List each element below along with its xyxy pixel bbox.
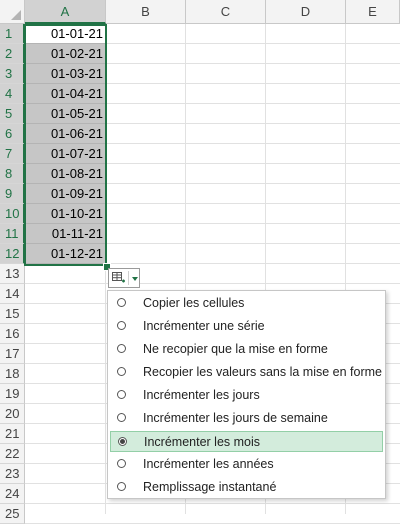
cell-a6[interactable]: 01-06-21 — [25, 124, 106, 144]
row-header-18[interactable]: 18 — [0, 364, 25, 384]
autofill-option-label: Recopier les valeurs sans la mise en for… — [143, 365, 382, 379]
auto-fill-options-icon — [112, 272, 126, 288]
cell-a2[interactable]: 01-02-21 — [25, 44, 106, 64]
radio-unchecked-icon[interactable] — [117, 459, 126, 468]
gridline — [25, 283, 400, 284]
autofill-option-9[interactable]: Remplissage instantané — [110, 477, 383, 498]
autofill-option-1[interactable]: Copier les cellules — [110, 293, 383, 314]
cell-a9[interactable]: 01-09-21 — [25, 184, 106, 204]
autofill-option-6[interactable]: Incrémenter les jours de semaine — [110, 408, 383, 429]
row-header-3[interactable]: 3 — [0, 64, 25, 84]
column-header-e[interactable]: E — [346, 0, 400, 24]
row-header-15[interactable]: 15 — [0, 304, 25, 324]
autofill-option-2[interactable]: Incrémenter une série — [110, 316, 383, 337]
radio-unchecked-icon[interactable] — [117, 367, 126, 376]
row-header-6[interactable]: 6 — [0, 124, 25, 144]
cell-a3[interactable]: 01-03-21 — [25, 64, 106, 84]
select-all-button[interactable] — [0, 0, 25, 24]
row-header-5[interactable]: 5 — [0, 104, 25, 124]
row-header-2[interactable]: 2 — [0, 44, 25, 64]
radio-unchecked-icon[interactable] — [117, 298, 126, 307]
row-header-1[interactable]: 1 — [0, 24, 25, 44]
radio-unchecked-icon[interactable] — [117, 344, 126, 353]
row-header-12[interactable]: 12 — [0, 244, 25, 264]
row-header-17[interactable]: 17 — [0, 344, 25, 364]
auto-fill-options-button[interactable] — [108, 268, 140, 288]
select-all-triangle-icon — [11, 10, 21, 20]
row-header-9[interactable]: 9 — [0, 184, 25, 204]
row-header-8[interactable]: 8 — [0, 164, 25, 184]
spreadsheet-grid[interactable]: A B C D E 1 2 3 4 5 6 7 8 9 10 11 12 13 14 15 16 17 18 19 2… — [0, 0, 400, 524]
radio-checked-icon[interactable] — [118, 437, 127, 446]
row-header-23[interactable]: 23 — [0, 464, 25, 484]
autofill-option-label: Incrémenter les jours de semaine — [143, 411, 328, 425]
radio-dot-icon — [120, 439, 125, 444]
chevron-down-icon[interactable] — [132, 277, 138, 281]
cell-a7[interactable]: 01-07-21 — [25, 144, 106, 164]
gridline — [25, 503, 400, 504]
row-header-14[interactable]: 14 — [0, 284, 25, 304]
autofill-option-label: Incrémenter les années — [143, 457, 274, 471]
row-header-11[interactable]: 11 — [0, 224, 25, 244]
cell-a12[interactable]: 01-12-21 — [25, 244, 106, 264]
row-header-20[interactable]: 20 — [0, 404, 25, 424]
row-header-25[interactable]: 25 — [0, 504, 25, 524]
row-header-24[interactable]: 24 — [0, 484, 25, 504]
radio-unchecked-icon[interactable] — [117, 321, 126, 330]
cell-a5[interactable]: 01-05-21 — [25, 104, 106, 124]
radio-unchecked-icon[interactable] — [117, 413, 126, 422]
column-header-c[interactable]: C — [186, 0, 266, 24]
row-header-13[interactable]: 13 — [0, 264, 25, 284]
cell-a8[interactable]: 01-08-21 — [25, 164, 106, 184]
autofill-option-label: Ne recopier que la mise en forme — [143, 342, 328, 356]
button-separator — [128, 271, 129, 285]
autofill-option-label: Incrémenter les mois — [144, 435, 261, 449]
autofill-option-label: Incrémenter une série — [143, 319, 265, 333]
cell-a4[interactable]: 01-04-21 — [25, 84, 106, 104]
auto-fill-options-menu: Copier les cellules Incrémenter une série… — [107, 290, 386, 499]
autofill-option-label: Remplissage instantané — [143, 480, 277, 494]
autofill-option-3[interactable]: Ne recopier que la mise en forme — [110, 339, 383, 360]
row-header-19[interactable]: 19 — [0, 384, 25, 404]
column-header-a[interactable]: A — [25, 0, 106, 24]
row-header-7[interactable]: 7 — [0, 144, 25, 164]
row-header-10[interactable]: 10 — [0, 204, 25, 224]
autofill-option-5[interactable]: Incrémenter les jours — [110, 385, 383, 406]
row-header-22[interactable]: 22 — [0, 444, 25, 464]
column-header-b[interactable]: B — [106, 0, 186, 24]
autofill-option-4[interactable]: Recopier les valeurs sans la mise en for… — [110, 362, 383, 383]
column-header-d[interactable]: D — [266, 0, 346, 24]
autofill-option-8[interactable]: Incrémenter les années — [110, 454, 383, 475]
row-header-4[interactable]: 4 — [0, 84, 25, 104]
radio-unchecked-icon[interactable] — [117, 390, 126, 399]
autofill-option-label: Incrémenter les jours — [143, 388, 260, 402]
row-header-21[interactable]: 21 — [0, 424, 25, 444]
autofill-option-7[interactable]: Incrémenter les mois — [110, 431, 383, 452]
row-header-16[interactable]: 16 — [0, 324, 25, 344]
cell-a1[interactable]: 01-01-21 — [25, 24, 106, 44]
radio-unchecked-icon[interactable] — [117, 482, 126, 491]
cell-a10[interactable]: 01-10-21 — [25, 204, 106, 224]
cell-a11[interactable]: 01-11-21 — [25, 224, 106, 244]
autofill-option-label: Copier les cellules — [143, 296, 245, 310]
